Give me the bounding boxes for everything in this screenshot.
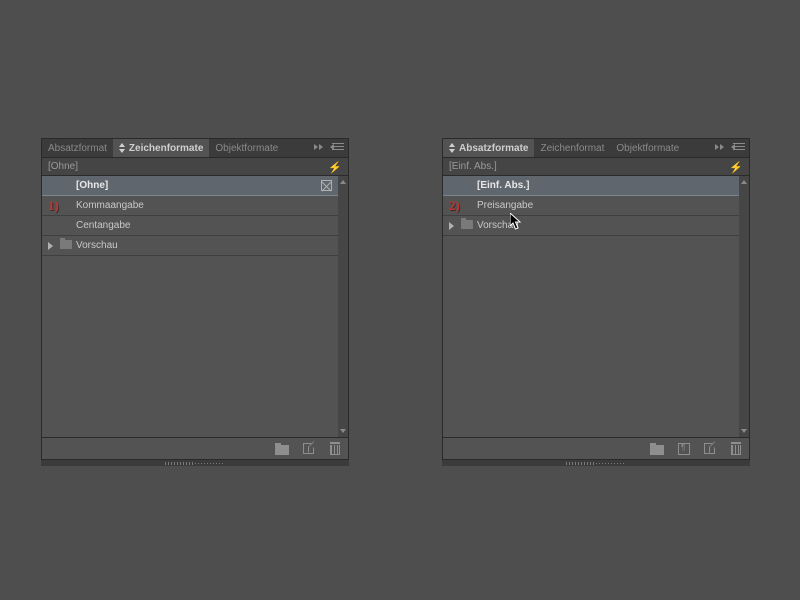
tab-bar: Absatzformate Zeichenformat Objektformat… — [443, 139, 749, 158]
scrollbar[interactable] — [739, 176, 749, 437]
delete-icon[interactable] — [729, 442, 743, 456]
style-row[interactable]: 2) Preisangabe — [443, 196, 739, 216]
tab-bar: Absatzformat Zeichenformate Objektformat… — [42, 139, 348, 158]
tab-object-styles[interactable]: Objektformate — [209, 139, 284, 157]
style-folder-row[interactable]: Vorschau — [443, 216, 739, 236]
style-list: [Einf. Abs.] 2) Preisangabe Vorschau — [443, 176, 749, 437]
tab-label: Objektformate — [215, 143, 278, 154]
panel-footer — [443, 437, 749, 459]
style-label: Kommaangabe — [76, 200, 144, 211]
style-row-none[interactable]: [Ohne] — [42, 176, 338, 196]
folder-icon — [461, 220, 473, 229]
current-style-label: [Ohne] — [48, 161, 78, 172]
folder-label: Vorschau — [76, 240, 118, 251]
tab-label: Objektformate — [616, 143, 679, 154]
tab-label: Absatzformate — [459, 143, 528, 154]
annotation-marker: 1) — [48, 198, 59, 214]
resize-handle[interactable] — [41, 460, 349, 466]
panel-footer — [42, 437, 348, 459]
collapse-icon[interactable] — [715, 143, 727, 153]
resize-handle[interactable] — [442, 460, 750, 466]
tab-paragraph-styles[interactable]: Absatzformate — [443, 139, 534, 157]
tab-character-styles[interactable]: Zeichenformat — [534, 139, 610, 157]
style-label: [Einf. Abs.] — [477, 180, 529, 191]
delete-icon[interactable] — [328, 442, 342, 456]
tab-label: Zeichenformate — [129, 143, 203, 154]
panel-menu-icon[interactable] — [332, 143, 344, 153]
tab-character-styles[interactable]: Zeichenformate — [113, 139, 209, 157]
updown-icon — [119, 143, 127, 153]
new-group-icon[interactable] — [650, 445, 664, 455]
clear-override-icon[interactable] — [321, 180, 332, 191]
annotation-marker: 2) — [449, 198, 460, 214]
style-label: Preisangabe — [477, 200, 533, 211]
tab-paragraph-styles[interactable]: Absatzformat — [42, 139, 113, 157]
tab-label: Zeichenformat — [540, 143, 604, 154]
style-list: [Ohne] 1) Kommaangabe Centangabe Vorscha… — [42, 176, 348, 437]
new-group-icon[interactable] — [275, 445, 289, 455]
clear-overrides-icon[interactable] — [678, 443, 690, 455]
quick-apply-icon[interactable]: ⚡ — [729, 161, 743, 174]
updown-icon — [449, 143, 457, 153]
panel-menu-icon[interactable] — [733, 143, 745, 153]
new-style-icon[interactable] — [303, 443, 314, 454]
current-style-label: [Einf. Abs.] — [449, 161, 497, 172]
style-label: [Ohne] — [76, 180, 108, 191]
new-style-icon[interactable] — [704, 443, 715, 454]
style-row[interactable]: 1) Kommaangabe — [42, 196, 338, 216]
style-row[interactable]: Centangabe — [42, 216, 338, 236]
paragraph-styles-panel: Absatzformate Zeichenformat Objektformat… — [442, 138, 750, 460]
tab-label: Absatzformat — [48, 143, 107, 154]
folder-label: Vorschau — [477, 220, 519, 231]
tab-object-styles[interactable]: Objektformate — [610, 139, 685, 157]
character-styles-panel: Absatzformat Zeichenformate Objektformat… — [41, 138, 349, 460]
disclosure-triangle-icon[interactable] — [48, 242, 53, 250]
style-label: Centangabe — [76, 220, 131, 231]
collapse-icon[interactable] — [314, 143, 326, 153]
folder-icon — [60, 240, 72, 249]
disclosure-triangle-icon[interactable] — [449, 222, 454, 230]
style-folder-row[interactable]: Vorschau — [42, 236, 338, 256]
current-style-header: [Einf. Abs.] ⚡ — [443, 158, 749, 176]
scrollbar[interactable] — [338, 176, 348, 437]
current-style-header: [Ohne] ⚡ — [42, 158, 348, 176]
style-row-basic[interactable]: [Einf. Abs.] — [443, 176, 739, 196]
quick-apply-icon[interactable]: ⚡ — [328, 161, 342, 174]
